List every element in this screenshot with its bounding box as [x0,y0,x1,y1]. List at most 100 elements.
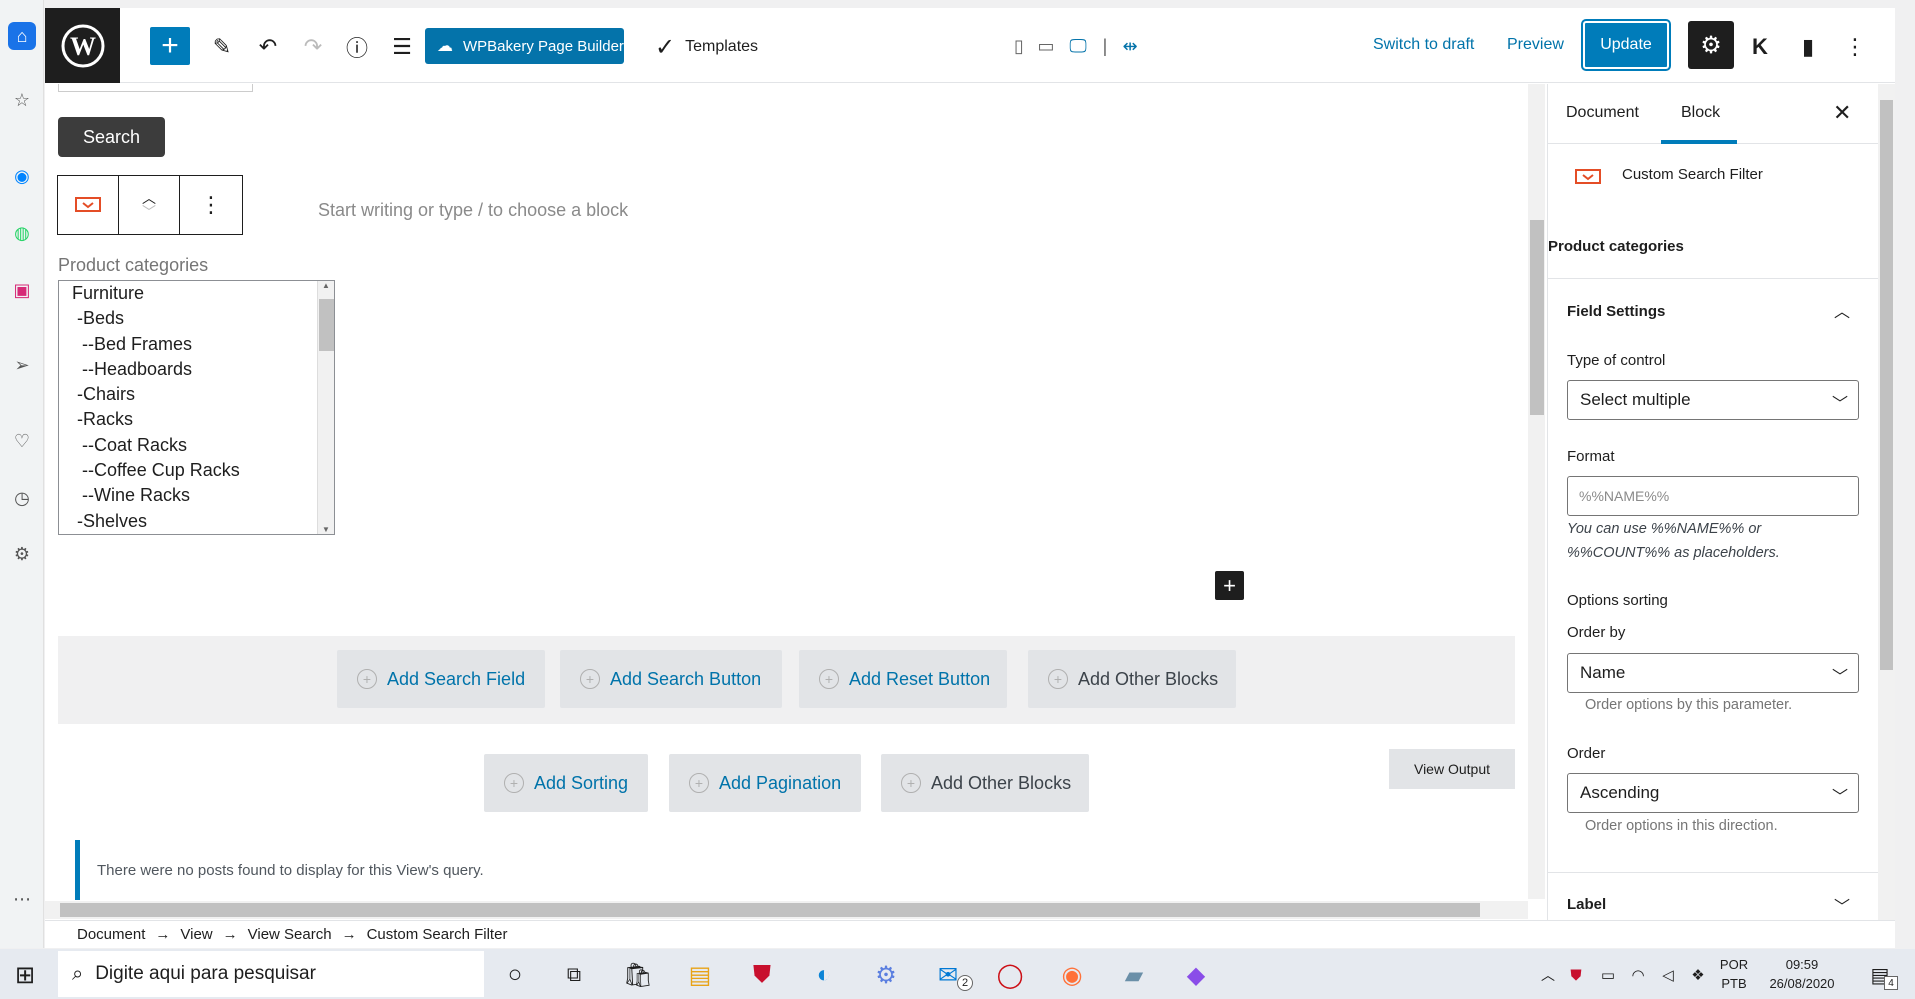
order-by-select[interactable]: Name ﹀ [1567,653,1859,693]
editor-vertical-thumb[interactable] [1530,220,1544,415]
list-option[interactable]: -Racks [59,407,334,432]
inserter-plus-button[interactable]: + [1215,571,1244,600]
no-posts-notice: There were no posts found to display for… [75,840,1515,900]
info-icon[interactable]: ⓘ [340,30,374,64]
block-placeholder[interactable]: Start writing or type / to choose a bloc… [318,200,628,221]
templates-button[interactable]: ✓ Templates [655,30,758,64]
tray-mcafee-icon[interactable]: ⛊ [1558,957,1594,993]
more-options-icon[interactable]: ⋮ [1840,30,1870,64]
search-button[interactable]: Search [58,117,165,157]
edge-icon[interactable]: ◐ [806,957,842,993]
add-search-button-button[interactable]: + Add Search Button [560,650,782,708]
clock-icon[interactable]: ◷ [8,484,36,512]
send-icon[interactable]: ➢ [8,351,36,379]
tray-clock[interactable]: 09:59 26/08/2020 [1762,955,1842,993]
paint-icon[interactable]: ◆ [1178,957,1214,993]
list-view-icon[interactable]: ☰ [385,30,419,64]
wordpress-logo[interactable]: W [45,8,120,83]
more-icon[interactable]: ⋯ [8,885,36,913]
breadcrumb-item[interactable]: Document [77,926,145,943]
tray-language[interactable]: POR PTB [1714,955,1754,993]
switch-to-draft-link[interactable]: Switch to draft [1373,36,1474,54]
plugin-block-icon[interactable]: ▮ [1793,30,1823,64]
list-option[interactable]: --Coat Racks [59,433,334,458]
order-select[interactable]: Ascending ﹀ [1567,773,1859,813]
opera-icon[interactable]: ◯ [992,957,1028,993]
view-output-button[interactable]: View Output [1389,749,1515,789]
home-icon[interactable]: ⌂ [8,22,36,50]
tab-document[interactable]: Document [1566,104,1639,122]
add-search-field-button[interactable]: + Add Search Field [337,650,545,708]
block-more-options-icon[interactable]: ⋮ [180,176,242,234]
wpbakery-button[interactable]: ☁ WPBakery Page Builder [425,28,624,64]
plugin-k-icon[interactable]: K [1745,30,1775,64]
heart-icon[interactable]: ♡ [8,427,36,455]
breadcrumb-item[interactable]: View Search [248,926,332,943]
star-icon[interactable]: ☆ [8,86,36,114]
chevron-down-icon[interactable]: ﹀ [1834,893,1850,917]
breadcrumb-item[interactable]: View [180,926,212,943]
field-settings-toggle[interactable]: Field Settings [1567,303,1665,320]
list-option[interactable]: --Wine Racks [59,483,334,508]
list-option[interactable]: --Bed Frames [59,332,334,357]
add-block-button[interactable]: + [150,27,190,65]
settings-icon[interactable]: ⚙ [8,540,36,568]
settings-app-icon[interactable]: ⚙ [868,957,904,993]
close-sidebar-icon[interactable]: ✕ [1833,100,1851,126]
label-section-toggle[interactable]: Label [1567,896,1606,913]
list-option[interactable]: -Shelves [59,509,334,534]
split-view-icon[interactable]: ⇹ [1116,32,1144,60]
list-option[interactable]: -Beds [59,306,334,331]
list-option[interactable]: --Coffee Cup Racks [59,458,334,483]
scroll-up-icon[interactable]: ▲ [318,281,334,290]
scroll-down-icon[interactable]: ▼ [318,525,334,534]
product-categories-select[interactable]: Furniture -Beds --Bed Frames --Headboard… [58,280,335,535]
store-icon[interactable]: 🛍 [620,957,656,993]
firefox-icon[interactable]: ◉ [1054,957,1090,993]
tab-block[interactable]: Block [1681,104,1720,122]
mobile-preview-icon[interactable]: ▯ [1008,32,1030,60]
task-view-icon[interactable]: ⧉ [556,957,592,993]
chevron-up-icon[interactable]: ︿ [1834,298,1850,322]
mcafee-icon[interactable]: ⛊ [744,957,780,993]
tray-dropbox-icon[interactable]: ❖ [1680,957,1716,993]
sidebar-scroll-thumb[interactable] [1880,100,1893,670]
breadcrumb-item[interactable]: Custom Search Filter [367,926,508,943]
move-up-icon[interactable]: ︿ [142,191,156,205]
move-down-icon[interactable]: ﹀ [142,205,156,219]
messenger-icon[interactable]: ◉ [8,162,36,190]
format-input[interactable]: %%NAME%% [1567,476,1859,516]
notepad-icon[interactable]: ▰ [1116,957,1152,993]
listbox-scrollbar[interactable]: ▲ ▼ [317,281,334,534]
desktop-preview-icon[interactable]: 🖵 [1064,32,1092,60]
cortana-icon[interactable]: ○ [497,957,533,993]
update-button[interactable]: Update [1581,19,1671,71]
move-block-buttons[interactable]: ︿ ﹀ [119,176,180,234]
redo-icon[interactable]: ↷ [296,30,330,64]
list-option[interactable]: Furniture [59,281,334,306]
add-other-blocks-button-2[interactable]: + Add Other Blocks [881,754,1089,812]
add-sorting-button[interactable]: + Add Sorting [484,754,648,812]
list-option[interactable]: --Headboards [59,357,334,382]
instagram-icon[interactable]: ▣ [8,276,36,304]
button-label: Add Sorting [534,772,629,793]
undo-icon[interactable]: ↶ [251,30,285,64]
taskbar-search-box[interactable]: ⌕ Digite aqui para pesquisar [58,951,484,997]
order-by-help: Order options by this parameter. [1585,697,1793,713]
list-option[interactable]: -Chairs [59,382,334,407]
block-type-button[interactable] [58,176,119,234]
editor-vertical-scrollbar[interactable] [1528,84,1545,899]
file-explorer-icon[interactable]: ▤ [682,957,718,993]
whatsapp-icon[interactable]: ◍ [8,219,36,247]
settings-gear-button[interactable]: ⚙ [1688,21,1734,69]
windows-start-icon[interactable]: ⊞ [7,957,43,993]
preview-link[interactable]: Preview [1507,36,1564,54]
add-other-blocks-button[interactable]: + Add Other Blocks [1028,650,1236,708]
add-pagination-button[interactable]: + Add Pagination [669,754,861,812]
add-reset-button-button[interactable]: + Add Reset Button [799,650,1007,708]
editor-horizontal-thumb[interactable] [60,903,1480,917]
edit-pencil-icon[interactable]: ✎ [205,30,239,64]
listbox-scroll-thumb[interactable] [319,299,334,351]
tablet-preview-icon[interactable]: ▭ [1034,32,1058,60]
type-of-control-select[interactable]: Select multiple ﹀ [1567,380,1859,420]
